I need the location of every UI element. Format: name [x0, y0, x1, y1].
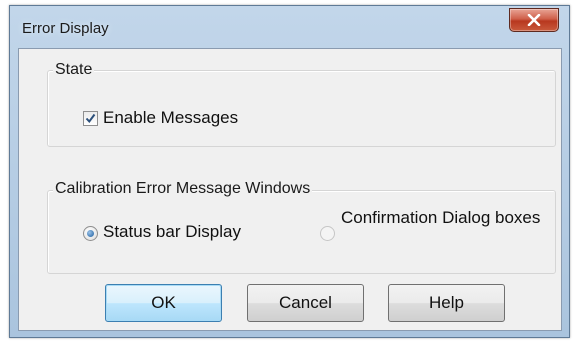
calibration-group-title: Calibration Error Message Windows [53, 180, 313, 198]
close-button[interactable] [509, 8, 559, 32]
window-title: Error Display [22, 20, 109, 37]
dialog-body: State Enable Messages Calibration Error … [18, 48, 562, 331]
close-icon [527, 14, 541, 26]
ok-button[interactable]: OK [105, 284, 222, 322]
confirmation-dialog-boxes-radio[interactable] [320, 226, 335, 241]
radio-selected-dot [87, 230, 94, 237]
status-bar-display-label[interactable]: Status bar Display [103, 222, 241, 242]
enable-messages-label[interactable]: Enable Messages [103, 108, 238, 128]
title-bar[interactable]: Error Display [10, 6, 569, 48]
cancel-button[interactable]: Cancel [247, 284, 364, 322]
state-group-title: State [53, 61, 95, 79]
error-display-dialog: Error Display State Enable Messages Cali… [9, 5, 570, 338]
enable-messages-checkbox[interactable] [83, 111, 98, 126]
confirmation-dialog-boxes-label[interactable]: Confirmation Dialog boxes [341, 208, 541, 228]
help-button[interactable]: Help [388, 284, 505, 322]
status-bar-display-radio[interactable] [83, 226, 98, 241]
checkmark-icon [85, 113, 96, 124]
